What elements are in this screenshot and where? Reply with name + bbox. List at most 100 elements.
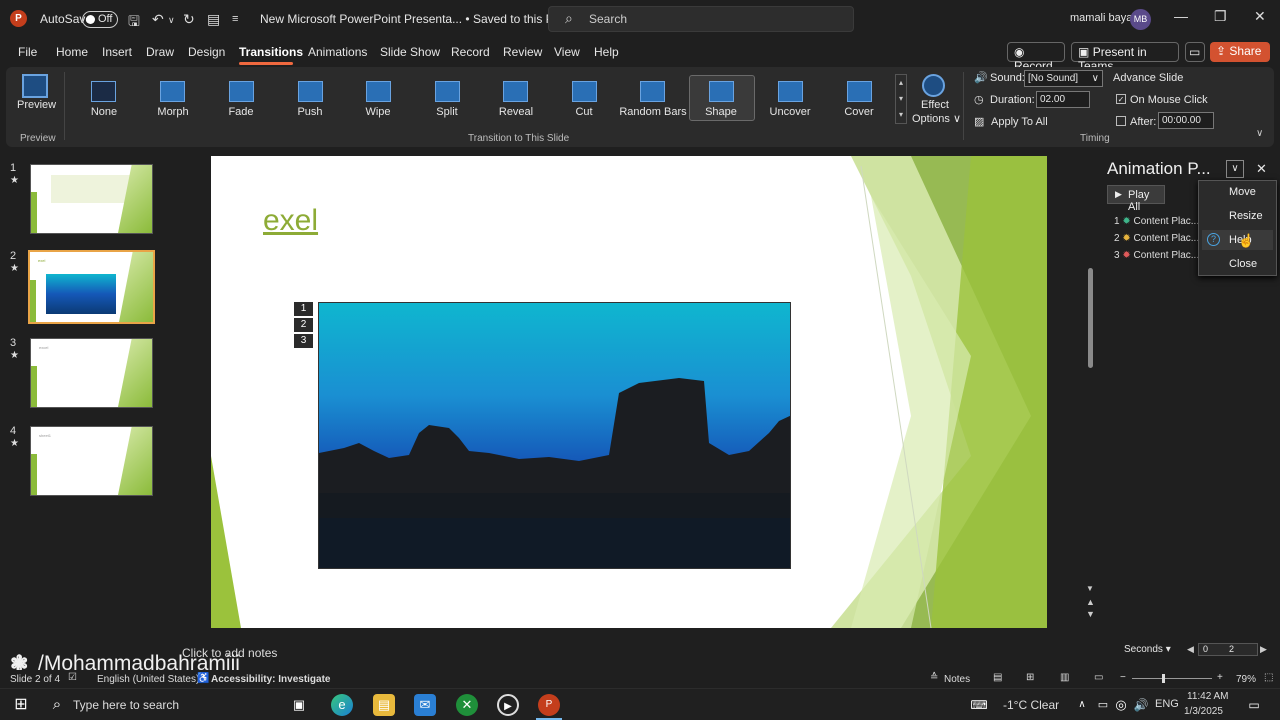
animation-tag[interactable]: 3 [294, 334, 313, 348]
redo-icon[interactable]: ↻ [183, 11, 195, 28]
media-player-icon[interactable]: ▶ [497, 694, 519, 716]
transition-uncover-icon[interactable] [778, 81, 803, 102]
volume-icon[interactable]: 🔊 [1130, 694, 1152, 716]
transition-random-bars[interactable]: Random Bars [618, 106, 688, 118]
fit-slide-icon[interactable]: ⬚ [1264, 672, 1273, 683]
transition-cover[interactable]: Cover [824, 106, 894, 118]
transition-reveal-icon[interactable] [503, 81, 528, 102]
record-button[interactable]: ◉ Record [1007, 42, 1065, 73]
user-name[interactable]: mamali bayat [1070, 12, 1135, 24]
present-in-teams-button[interactable]: ▣ Present in Teams [1071, 42, 1179, 73]
zoom-slider-thumb[interactable] [1162, 674, 1165, 683]
tab-animations[interactable]: Animations [308, 45, 367, 59]
file-explorer-icon[interactable]: ▤ [373, 694, 395, 716]
transition-fade-icon[interactable] [229, 81, 254, 102]
task-view-icon[interactable]: ▣ [288, 694, 310, 716]
tab-home[interactable]: Home [56, 45, 88, 59]
timeline-right-icon[interactable]: ▶ [1260, 644, 1267, 655]
tab-design[interactable]: Design [188, 45, 225, 59]
menu-item-resize[interactable]: Resize [1229, 210, 1263, 222]
menu-item-close[interactable]: Close [1229, 258, 1257, 270]
spelling-icon[interactable]: ☑ [68, 672, 77, 683]
restore-icon[interactable]: ❐ [1214, 8, 1227, 25]
animation-item[interactable]: 2 ✹ Content Plac... [1114, 233, 1199, 244]
effect-options-label-1[interactable]: Effect [921, 99, 949, 111]
slide-thumbnail-2[interactable]: exel [28, 250, 155, 324]
transition-split-icon[interactable] [435, 81, 460, 102]
animation-item[interactable]: 1 ✹ Content Plac... [1114, 216, 1199, 227]
weather-status[interactable]: -1°C Clear [1003, 698, 1059, 712]
transition-shape-icon[interactable] [709, 81, 734, 102]
scrollbar-thumb[interactable] [1088, 268, 1093, 368]
transition-uncover[interactable]: Uncover [755, 106, 825, 118]
close-icon[interactable]: ✕ [1254, 8, 1266, 25]
powerpoint-taskbar-icon[interactable]: P [538, 694, 560, 716]
transition-cut[interactable]: Cut [549, 106, 619, 118]
zoom-out-icon[interactable]: − [1120, 672, 1126, 683]
zoom-level[interactable]: 79% [1236, 674, 1256, 685]
transition-shape[interactable]: Shape [686, 106, 756, 118]
notifications-icon[interactable]: ▭ [1243, 694, 1265, 716]
tab-file[interactable]: File [18, 45, 37, 59]
transition-split[interactable]: Split [412, 106, 482, 118]
timeline-left-icon[interactable]: ◀ [1187, 644, 1194, 655]
tab-transitions[interactable]: Transitions [239, 45, 303, 59]
customize-qat-icon[interactable]: ≡ [232, 13, 238, 25]
after-field[interactable]: 00:00.00 [1158, 112, 1214, 129]
keyboard-icon[interactable]: ⌨ [968, 694, 990, 716]
tab-review[interactable]: Review [503, 45, 542, 59]
slide-title[interactable]: exel [263, 204, 318, 238]
share-button[interactable]: ⇪ Share [1210, 42, 1270, 62]
transition-push[interactable]: Push [275, 106, 345, 118]
slide-canvas[interactable]: exel 1 2 3 [211, 156, 1047, 628]
slide-thumbnail-3[interactable]: excel [30, 338, 153, 408]
seconds-dropdown[interactable]: Seconds ▾ [1124, 644, 1171, 655]
notes-toggle[interactable]: Notes [944, 674, 970, 685]
undo-icon[interactable]: ↶ [152, 11, 164, 28]
animation-tag[interactable]: 2 [294, 318, 313, 332]
slide-scrollbar[interactable]: ▼ ▲ ▼ [1085, 158, 1095, 628]
input-language[interactable]: ENG [1155, 698, 1179, 710]
comments-icon[interactable]: ▭ [1185, 42, 1205, 62]
show-hidden-icons-icon[interactable]: ∧ [1071, 694, 1093, 716]
clock-date[interactable]: 1/3/2025 [1184, 706, 1223, 717]
autosave-toggle[interactable]: Off [82, 11, 118, 28]
scroll-down-icon[interactable]: ▼ [1086, 584, 1094, 593]
edge-icon[interactable]: e [331, 694, 353, 716]
transition-push-icon[interactable] [298, 81, 323, 102]
taskbar-search-input[interactable]: Type here to search [73, 698, 179, 712]
menu-item-move[interactable]: Move [1229, 186, 1256, 198]
animation-item[interactable]: 3 ✹ Content Plac... [1114, 250, 1199, 261]
mail-icon[interactable]: ✉ [414, 694, 436, 716]
present-from-start-icon[interactable]: ▤ [207, 11, 220, 28]
tab-draw[interactable]: Draw [146, 45, 174, 59]
network-icon[interactable]: ◎ [1110, 694, 1132, 716]
slideshow-view-icon[interactable]: ▭ [1094, 672, 1103, 683]
preview-button[interactable]: Preview [17, 99, 56, 111]
transition-reveal[interactable]: Reveal [481, 106, 551, 118]
next-slide-icon[interactable]: ▼ [1086, 610, 1095, 619]
preview-icon[interactable] [22, 74, 48, 98]
xbox-icon[interactable]: ✕ [456, 694, 478, 716]
transition-random-bars-icon[interactable] [640, 81, 665, 102]
animation-tag[interactable]: 1 [294, 302, 313, 316]
collapse-ribbon-icon[interactable]: ∨ [1256, 128, 1263, 139]
document-title[interactable]: New Microsoft PowerPoint Presenta... • S… [260, 12, 574, 26]
normal-view-icon[interactable]: ▤ [993, 672, 1002, 683]
duration-field[interactable]: 02.00 [1036, 91, 1090, 108]
slide-thumbnail-4[interactable]: sheet1 [30, 426, 153, 496]
zoom-slider[interactable] [1132, 678, 1212, 679]
effect-options-icon[interactable] [922, 74, 945, 97]
pane-options-chevron-icon[interactable]: ∨ [1226, 160, 1244, 178]
avatar[interactable]: MB [1130, 9, 1151, 30]
pane-close-icon[interactable]: ✕ [1256, 161, 1267, 177]
transition-fade[interactable]: Fade [206, 106, 276, 118]
apply-to-all-button[interactable]: Apply To All [991, 116, 1048, 128]
sound-select[interactable]: [No Sound] ∨ [1024, 70, 1103, 87]
prev-slide-icon[interactable]: ▲ [1086, 598, 1095, 607]
slide-picture[interactable] [318, 302, 791, 569]
transition-morph[interactable]: Morph [138, 106, 208, 118]
search-box[interactable]: ⌕ Search [548, 6, 854, 32]
slide-sorter-icon[interactable]: ⊞ [1026, 672, 1034, 683]
play-all-button[interactable]: ▶ Play All [1107, 185, 1165, 213]
